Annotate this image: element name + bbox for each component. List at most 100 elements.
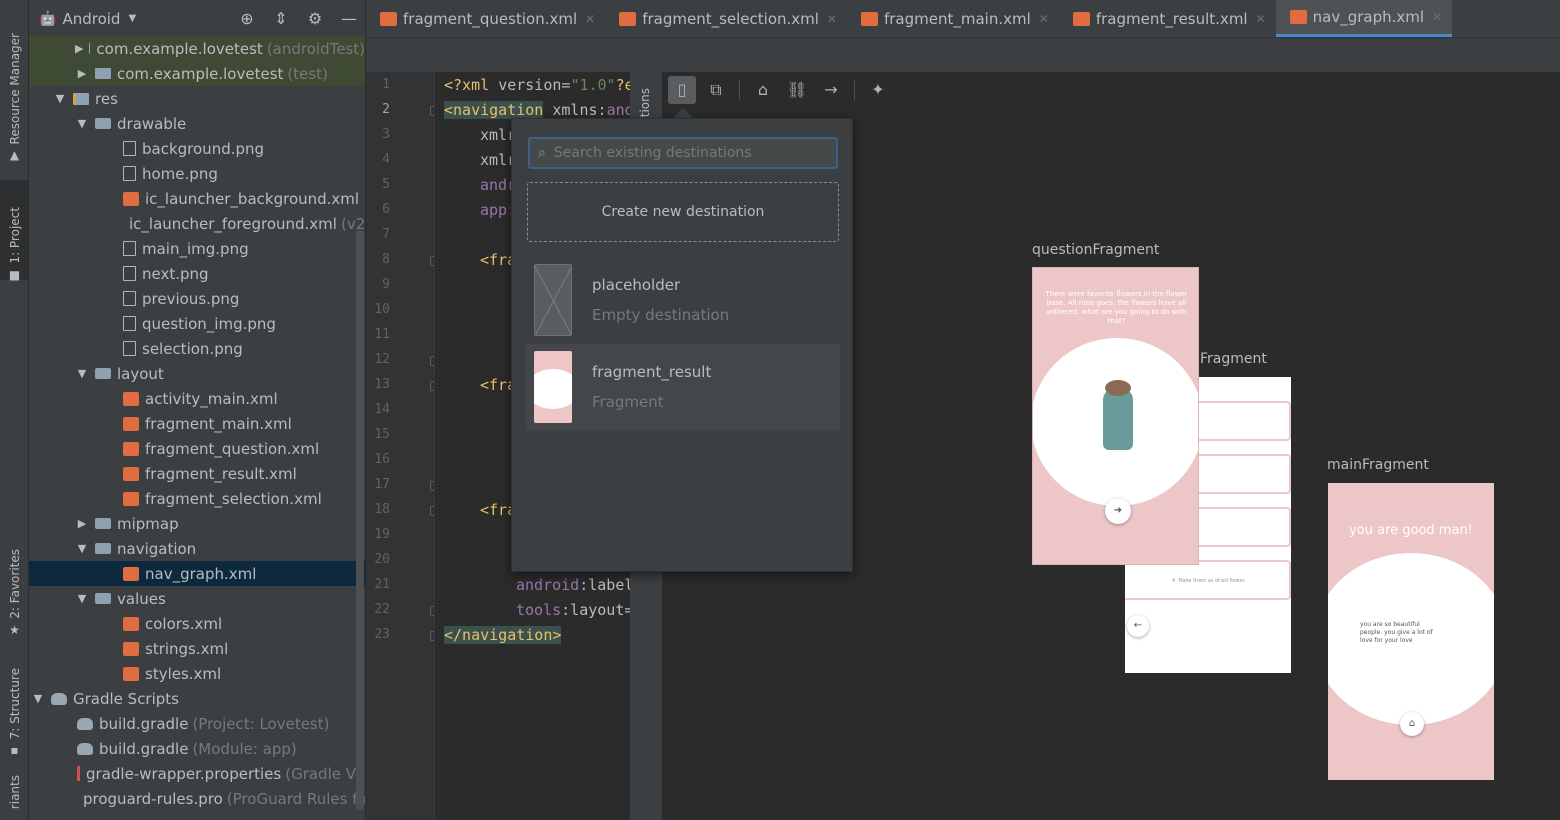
expand-arrow-icon[interactable]: ▶	[75, 42, 83, 55]
close-icon[interactable]: ✕	[585, 12, 595, 26]
tree-item[interactable]: fragment_result.xml	[29, 461, 365, 486]
collapse-arrow-icon[interactable]: ▼	[53, 92, 67, 105]
tree-item[interactable]: fragment_main.xml	[29, 411, 365, 436]
close-icon[interactable]: ✕	[827, 12, 837, 26]
tree-item[interactable]: fragment_selection.xml	[29, 486, 365, 511]
tree-item[interactable]: fragment_question.xml	[29, 436, 365, 461]
tree-item[interactable]: home.png	[29, 161, 365, 186]
tree-item[interactable]: ▶ com.example.lovetest (androidTest)	[29, 36, 365, 61]
tree-item-label: styles.xml	[145, 664, 222, 683]
line-number: 16	[374, 452, 390, 467]
collapse-arrow-icon[interactable]: ▼	[75, 117, 89, 130]
editor-sub-bar	[366, 38, 1560, 72]
tree-item[interactable]: main_img.png	[29, 236, 365, 261]
tree-item[interactable]: ic_launcher_foreground.xml(v24)	[29, 211, 365, 236]
nested-graph-icon[interactable]: ⧉	[702, 76, 730, 104]
folder-icon	[95, 118, 111, 129]
favorites-tab[interactable]: 2: Favorites ★	[0, 535, 29, 636]
collapse-arrow-icon[interactable]: ▼	[31, 692, 45, 705]
tree-item[interactable]: previous.png	[29, 286, 365, 311]
project-panel: 🤖 Android ▼ ⊕ ⇕ ⚙ — ▶ com.example.lovete…	[29, 0, 365, 820]
xml-file-icon	[123, 416, 139, 431]
destination-item-fragment-result[interactable]: fragment_result Fragment	[526, 344, 840, 430]
tree-item[interactable]: ▼ layout	[29, 361, 365, 386]
tree-item[interactable]: proguard-rules.pro(ProGuard Rules for ap…	[29, 786, 365, 811]
tree-item[interactable]: ▼ res	[29, 86, 365, 111]
tree-item[interactable]: build.gradle (Project: Lovetest)	[29, 711, 365, 736]
close-icon[interactable]: ✕	[1432, 10, 1442, 24]
add-action-icon[interactable]: →	[817, 76, 845, 104]
hide-icon[interactable]: —	[339, 9, 359, 29]
tree-item[interactable]: ▶ mipmap	[29, 511, 365, 536]
collapse-arrow-icon[interactable]: ▼	[75, 592, 89, 605]
tree-item-selected[interactable]: nav_graph.xml	[29, 561, 365, 586]
tab-fragment-question[interactable]: fragment_question.xml ✕	[366, 0, 605, 37]
collapse-arrow-icon[interactable]: ▼	[75, 542, 89, 555]
line-number: 17	[374, 477, 390, 492]
search-destinations-box[interactable]: ⌕	[528, 137, 838, 169]
tree-item[interactable]: question_img.png	[29, 311, 365, 336]
tree-item[interactable]: next.png	[29, 261, 365, 286]
line-number: 19	[374, 527, 390, 542]
close-icon[interactable]: ✕	[1039, 12, 1049, 26]
tree-item[interactable]: styles.xml	[29, 661, 365, 686]
tree-item-label: main_img.png	[142, 239, 249, 258]
tab-fragment-selection[interactable]: fragment_selection.xml ✕	[605, 0, 847, 37]
project-view-selector[interactable]: Android	[62, 10, 120, 28]
tree-item-label: layout	[117, 364, 164, 383]
line-number: 15	[374, 427, 390, 442]
search-icon: ⌕	[538, 145, 546, 161]
resource-manager-tab[interactable]: Resource Manager ▲	[0, 20, 29, 161]
tree-item[interactable]: ▼ drawable	[29, 111, 365, 136]
code-token: :label	[579, 576, 630, 594]
project-tab[interactable]: 1: Project ■	[0, 180, 29, 281]
auto-arrange-icon[interactable]: ✦	[864, 76, 892, 104]
tab-fragment-result[interactable]: fragment_result.xml ✕	[1059, 0, 1276, 37]
collapse-arrow-icon[interactable]: ▼	[75, 367, 89, 380]
destination-item-placeholder[interactable]: placeholder Empty destination	[526, 257, 840, 343]
tree-item[interactable]: activity_main.xml	[29, 386, 365, 411]
tree-item-label: drawable	[117, 114, 187, 133]
gear-icon[interactable]: ⚙	[305, 9, 325, 29]
deep-link-icon[interactable]: ⛓	[783, 76, 811, 104]
tree-item[interactable]: gradle-wrapper.properties(Gradle Version…	[29, 761, 365, 786]
collapse-all-icon[interactable]: ⇕	[271, 9, 291, 29]
tree-item-label: fragment_question.xml	[145, 439, 320, 458]
tree-item[interactable]: strings.xml	[29, 636, 365, 661]
main-fragment-preview[interactable]: you are good man! you are so beautiful p…	[1328, 483, 1494, 780]
structure-tab[interactable]: 7: Structure ▪	[0, 655, 29, 757]
tree-item[interactable]: ▼ navigation	[29, 536, 365, 561]
tree-item-label: com.example.lovetest	[96, 39, 263, 58]
vase-illustration	[1103, 388, 1133, 450]
tree-item[interactable]: background.png	[29, 136, 365, 161]
project-scrollbar[interactable]	[356, 230, 364, 810]
project-tree: ▶ com.example.lovetest (androidTest) ▶ co…	[29, 36, 365, 811]
tree-item[interactable]: selection.png	[29, 336, 365, 361]
tab-label: fragment_result.xml	[1095, 9, 1248, 28]
home-icon[interactable]: ⌂	[749, 76, 777, 104]
expand-arrow-icon[interactable]: ▶	[75, 517, 89, 530]
code-token: <?xml	[444, 76, 499, 94]
new-destination-icon[interactable]: ▯	[668, 76, 696, 104]
tree-item[interactable]: ic_launcher_background.xml	[29, 186, 365, 211]
question-fragment-preview[interactable]: There were favorite flowers in the flowe…	[1032, 267, 1199, 565]
tab-fragment-main[interactable]: fragment_main.xml ✕	[847, 0, 1059, 37]
code-line: tools:layout=	[516, 601, 630, 619]
create-new-destination-button[interactable]: Create new destination	[527, 182, 839, 242]
tree-item[interactable]: ▶ com.example.lovetest (test)	[29, 61, 365, 86]
structure-icon: ▪	[10, 743, 19, 757]
tree-item[interactable]: ▼ Gradle Scripts	[29, 686, 365, 711]
tree-item-label: question_img.png	[142, 314, 276, 333]
build-variants-tab[interactable]: riants	[0, 775, 29, 820]
tab-nav-graph[interactable]: nav_graph.xml ✕	[1275, 0, 1453, 37]
xml-file-icon	[123, 566, 139, 581]
expand-arrow-icon[interactable]: ▶	[75, 67, 89, 80]
tree-item[interactable]: colors.xml	[29, 611, 365, 636]
tree-item[interactable]: build.gradle (Module: app)	[29, 736, 365, 761]
search-input[interactable]	[553, 145, 814, 161]
tree-item[interactable]: ▼ values	[29, 586, 365, 611]
chevron-down-icon[interactable]: ▼	[128, 13, 136, 24]
close-icon[interactable]: ✕	[1256, 12, 1266, 26]
fragment-result-thumbnail	[534, 351, 572, 423]
locate-icon[interactable]: ⊕	[237, 9, 257, 29]
